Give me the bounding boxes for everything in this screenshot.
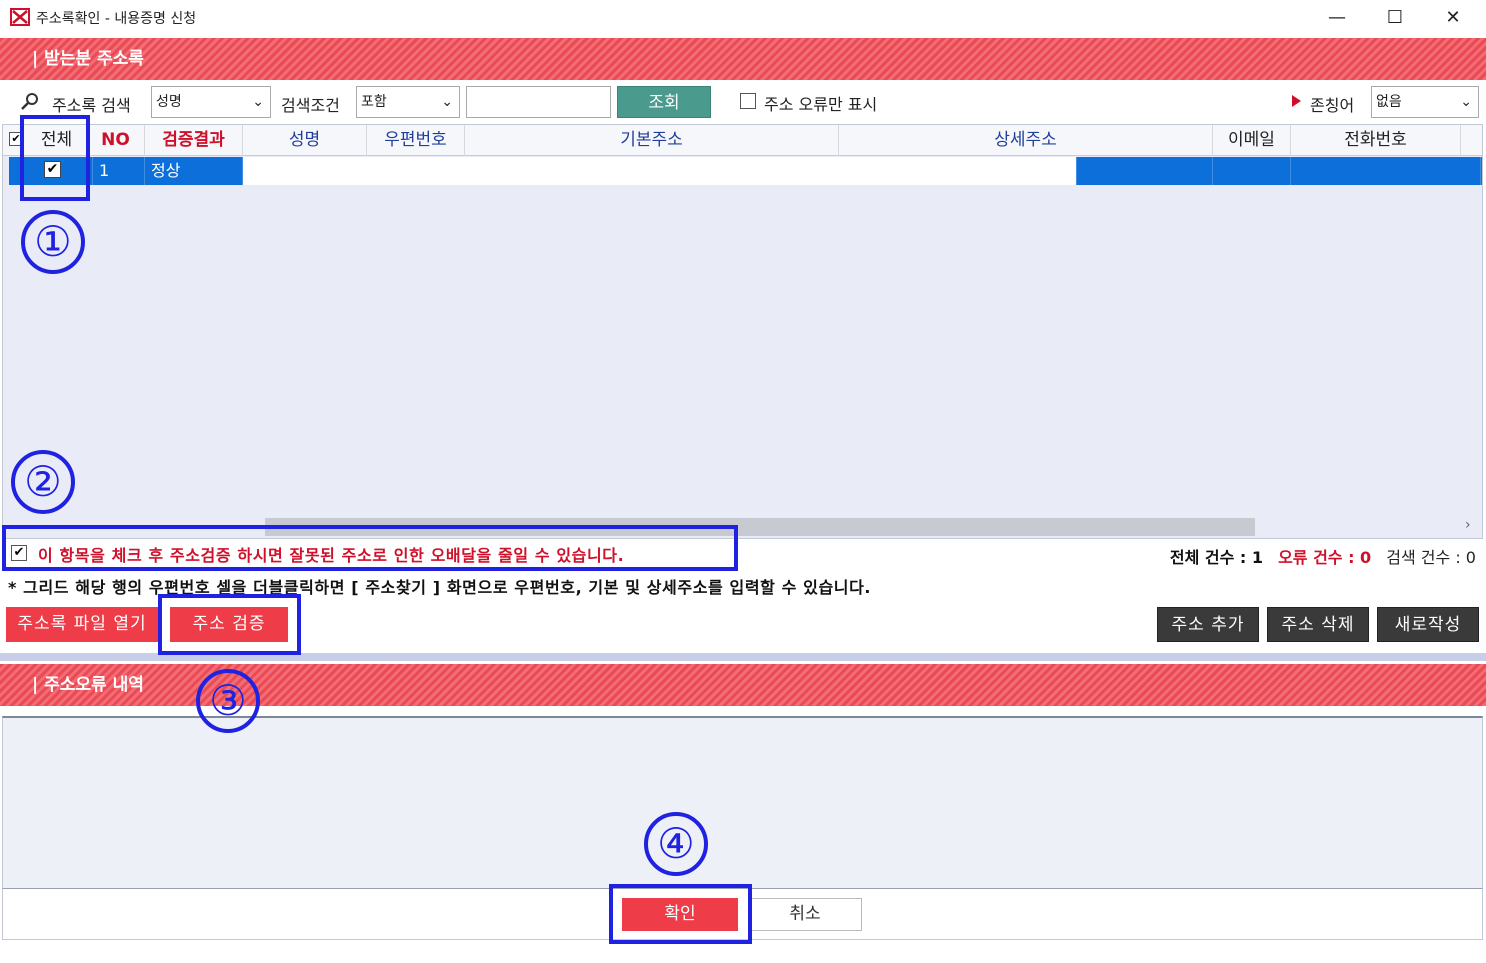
annotation-box-1 — [20, 115, 90, 201]
honorific-select[interactable]: 없음 ⌄ — [1371, 86, 1479, 118]
address-grid[interactable]: ✔ 전체 NO 검증결과 성명 우편번호 기본주소 상세주소 이메일 전화번호 … — [2, 124, 1483, 539]
table-row[interactable]: ✔ 1 정상 — [9, 157, 1482, 185]
column-phone[interactable]: 전화번호 — [1291, 125, 1461, 156]
annotation-number-3: ③ — [196, 669, 260, 733]
scroll-right-arrow[interactable]: › — [1465, 517, 1471, 533]
window-title: 주소록확인 - 내용증명 신청 — [36, 11, 197, 27]
honorific-label: 존칭어 — [1310, 96, 1355, 115]
row-email — [1213, 157, 1291, 185]
annotation-box-4 — [609, 884, 752, 944]
open-address-file-button[interactable]: 주소록 파일 열기 — [6, 607, 158, 642]
column-zip[interactable]: 우편번호 — [367, 125, 465, 156]
minimize-button[interactable]: — — [1314, 4, 1360, 32]
grid-hint: * 그리드 해당 행의 우편번호 셀을 더블클릭하면 [ 주소찾기 ] 화면으로… — [8, 578, 872, 597]
annotation-box-2 — [2, 525, 738, 571]
title-bar: 주소록확인 - 내용증명 신청 — ☐ ✕ — [0, 0, 1486, 36]
annotation-number-4: ④ — [644, 812, 708, 876]
row-edit-cell[interactable] — [243, 157, 1077, 185]
search-field-select[interactable]: 성명 ⌄ — [151, 86, 271, 118]
search-icon — [21, 93, 38, 110]
chevron-down-icon: ⌄ — [441, 94, 453, 110]
close-button[interactable]: ✕ — [1430, 4, 1476, 32]
search-query-input[interactable] — [466, 86, 611, 118]
address-search-label: 주소록 검색 — [52, 96, 131, 115]
column-result[interactable]: 검증결과 — [145, 125, 243, 156]
recipients-section-header: | 받는분 주소록 — [0, 38, 1486, 80]
annotation-number-2: ② — [11, 450, 75, 514]
triangle-right-icon — [1292, 95, 1301, 107]
row-detail — [1077, 157, 1213, 185]
column-email[interactable]: 이메일 — [1213, 125, 1291, 156]
cancel-button[interactable]: 취소 — [748, 898, 862, 931]
column-detail[interactable]: 상세주소 — [839, 125, 1213, 156]
total-count: 전체 건수 : 1 — [1169, 548, 1263, 567]
chevron-down-icon: ⌄ — [252, 94, 264, 110]
query-button[interactable]: 조회 — [617, 86, 711, 118]
error-list-area[interactable] — [2, 716, 1483, 888]
error-count: 오류 건수 : 0 — [1278, 548, 1372, 567]
row-result: 정상 — [145, 157, 243, 185]
search-toolbar: 주소록 검색 성명 ⌄ 검색조건 포함 ⌄ 조회 주소 오류만 표시 존칭어 없음 ⌄ — [0, 80, 1486, 124]
error-only-checkbox[interactable] — [740, 93, 756, 109]
row-no: 1 — [93, 157, 145, 185]
column-address[interactable]: 기본주소 — [465, 125, 839, 156]
delete-address-button[interactable]: 주소 삭제 — [1267, 607, 1369, 642]
annotation-box-3 — [158, 594, 301, 655]
annotation-number-1: ① — [21, 210, 85, 274]
chevron-down-icon: ⌄ — [1460, 94, 1472, 110]
new-document-button[interactable]: 새로작성 — [1377, 607, 1479, 642]
row-phone — [1291, 157, 1481, 185]
search-condition-select[interactable]: 포함 ⌄ — [356, 86, 460, 118]
count-summary: 전체 건수 : 1 오류 건수 : 0 검색 건수 : 0 — [1170, 544, 1476, 568]
maximize-button[interactable]: ☐ — [1372, 4, 1418, 32]
error-only-label: 주소 오류만 표시 — [764, 95, 878, 114]
search-condition-label: 검색조건 — [281, 96, 340, 115]
column-name[interactable]: 성명 — [243, 125, 367, 156]
grid-header: ✔ 전체 NO 검증결과 성명 우편번호 기본주소 상세주소 이메일 전화번호 — [3, 125, 1482, 156]
add-address-button[interactable]: 주소 추가 — [1157, 607, 1259, 642]
column-no[interactable]: NO — [87, 125, 145, 156]
search-count: 검색 건수 : 0 — [1386, 548, 1476, 567]
app-logo-icon — [10, 8, 30, 26]
